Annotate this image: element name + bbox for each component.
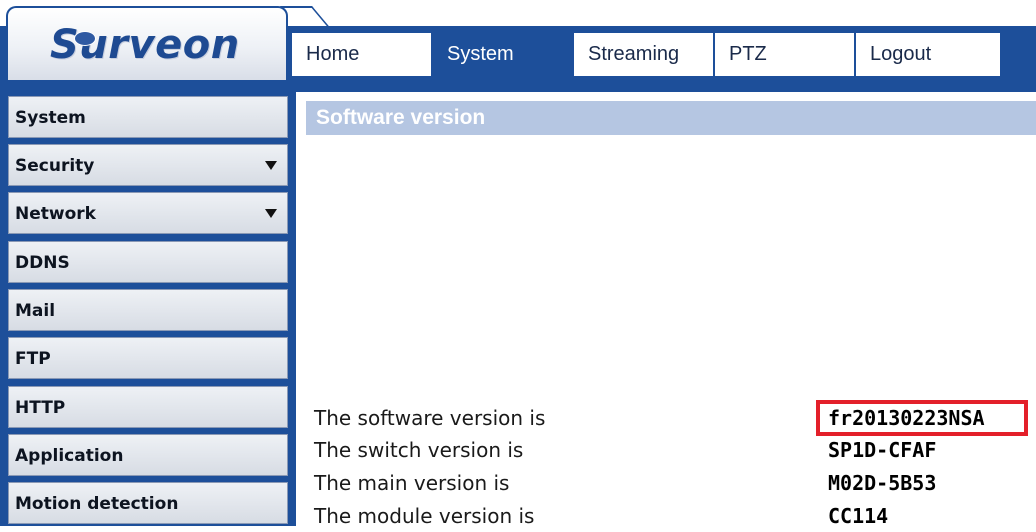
tab-home[interactable]: Home <box>290 33 431 76</box>
sidebar-item-system[interactable]: System <box>8 96 288 138</box>
sidebar-item-http[interactable]: HTTP <box>8 386 288 428</box>
tab-system[interactable]: System <box>431 33 572 76</box>
sidebar-item-network[interactable]: Network <box>8 192 288 234</box>
module-version-value: CC114 <box>828 504 889 528</box>
section-title: Software version <box>306 101 1036 135</box>
sidebar: System Security Network DDNS Mail FTP HT… <box>0 92 296 526</box>
sidebar-item-security[interactable]: Security <box>8 144 288 186</box>
sidebar-item-ftp[interactable]: FTP <box>8 337 288 379</box>
chevron-down-icon[interactable] <box>265 209 277 218</box>
sidebar-item-label: Security <box>15 156 95 176</box>
sidebar-item-label: Application <box>15 446 124 466</box>
info-row-module: The module version is CC114 <box>314 500 1036 532</box>
tab-streaming[interactable]: Streaming <box>572 33 713 76</box>
sidebar-item-ddns[interactable]: DDNS <box>8 241 288 283</box>
sidebar-item-label: Mail <box>15 301 56 321</box>
sidebar-item-label: FTP <box>15 349 51 369</box>
switch-version-label: The switch version is <box>314 438 524 462</box>
brand-logo: Surveon <box>50 22 240 68</box>
sidebar-item-mail[interactable]: Mail <box>8 289 288 331</box>
main-nav: Home System Streaming PTZ Logout <box>290 33 1000 76</box>
sidebar-item-label: System <box>15 108 86 128</box>
main-version-label: The main version is <box>314 471 510 495</box>
sidebar-item-label: Motion detection <box>15 494 179 514</box>
info-row-switch: The switch version is SP1D-CFAF <box>314 434 1036 466</box>
sidebar-item-label: HTTP <box>15 398 66 418</box>
logo-badge-icon <box>74 31 96 46</box>
tab-logout[interactable]: Logout <box>854 33 1000 76</box>
sidebar-item-motion-detection[interactable]: Motion detection <box>8 482 288 524</box>
software-version-highlight <box>816 400 1028 436</box>
info-row-main: The main version is M02D-5B53 <box>314 467 1036 499</box>
sidebar-item-application[interactable]: Application <box>8 434 288 476</box>
switch-version-value: SP1D-CFAF <box>828 438 937 462</box>
software-version-label: The software version is <box>314 406 546 430</box>
tab-ptz[interactable]: PTZ <box>713 33 854 76</box>
main-version-value: M02D-5B53 <box>828 471 937 495</box>
chevron-down-icon[interactable] <box>265 161 277 170</box>
sidebar-item-label: DDNS <box>15 253 70 273</box>
logo-panel: Surveon <box>6 6 288 80</box>
sidebar-item-label: Network <box>15 204 96 224</box>
module-version-label: The module version is <box>314 504 535 528</box>
